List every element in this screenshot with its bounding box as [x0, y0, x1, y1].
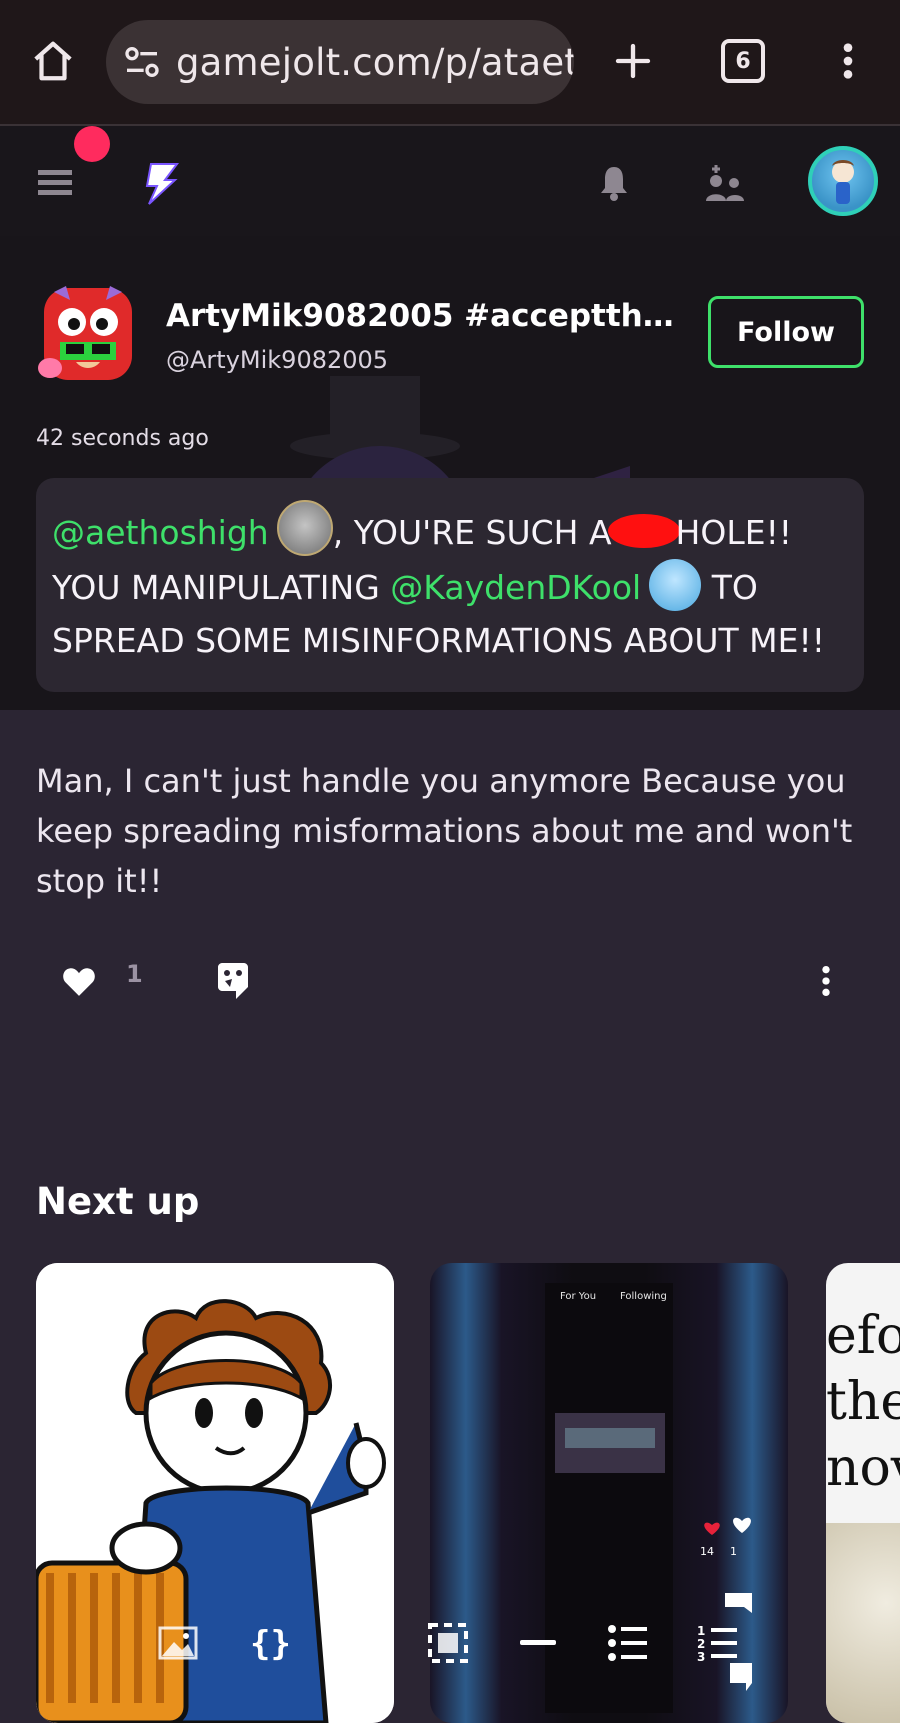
- home-icon[interactable]: [22, 30, 84, 92]
- post-lead: @aethoshigh, YOU'RE SUCH A HOLE!! YOU MAN…: [36, 478, 864, 692]
- svg-text:“: “: [340, 1623, 371, 1663]
- friend-requests-icon[interactable]: [700, 158, 750, 208]
- post-timestamp: 42 seconds ago: [36, 426, 209, 451]
- mention-avatar: [649, 559, 702, 611]
- address-bar[interactable]: gamejolt.com/p/ataeth: [106, 20, 574, 104]
- svg-text:1: 1: [697, 1624, 705, 1638]
- like-count: 1: [126, 960, 143, 988]
- code-block-icon[interactable]: {}: [240, 1610, 296, 1676]
- post-more-options-icon[interactable]: [808, 956, 844, 1006]
- notification-dot: [74, 126, 110, 162]
- gamejolt-logo-icon[interactable]: [136, 158, 186, 210]
- notifications-bell-icon[interactable]: [592, 158, 636, 208]
- tab-count: 6: [721, 39, 765, 83]
- numbered-list-icon[interactable]: 123: [690, 1610, 746, 1676]
- next-up-card[interactable]: efor the novi: [826, 1263, 900, 1723]
- comment-icon[interactable]: [208, 956, 258, 1006]
- card2-small-count: 1: [730, 1545, 737, 1558]
- horizontal-rule-icon[interactable]: [510, 1610, 566, 1676]
- quote-icon[interactable]: “: [330, 1610, 386, 1676]
- author-handle[interactable]: @ArtyMik9082005: [166, 346, 388, 374]
- browser-toolbar: gamejolt.com/p/ataeth 6: [0, 0, 900, 126]
- mention-kaydendkool[interactable]: @KaydenDKool: [390, 568, 641, 607]
- follow-button[interactable]: Follow: [708, 296, 864, 368]
- next-up-heading: Next up: [36, 1180, 200, 1223]
- mention-aethoshigh[interactable]: @aethoshigh: [52, 513, 269, 552]
- site-nav: [0, 126, 900, 236]
- card2-like-count: 14: [700, 1545, 714, 1558]
- card3-text: efor the novi: [826, 1306, 900, 1498]
- svg-text:3: 3: [697, 1650, 705, 1663]
- bullet-list-icon[interactable]: [600, 1610, 656, 1676]
- card3-food-image: [826, 1523, 900, 1723]
- author-display-name[interactable]: ArtyMik9082005 #accepttheblo...: [166, 298, 686, 334]
- like-heart-icon[interactable]: [54, 956, 104, 1006]
- url-text: gamejolt.com/p/ataeth: [176, 40, 574, 84]
- card2-following-label: Following: [620, 1291, 667, 1302]
- hamburger-menu-icon[interactable]: [30, 158, 80, 208]
- lead-text-1: , YOU'RE SUCH A: [332, 513, 612, 552]
- editor-toolbar: {} “ 123: [140, 1610, 780, 1680]
- user-avatar[interactable]: [808, 146, 878, 216]
- post-header: ArtyMik9082005 #accepttheblo... @ArtyMik…: [0, 236, 900, 710]
- svg-text:{}: {}: [250, 1624, 288, 1663]
- browser-menu-icon[interactable]: [820, 30, 876, 92]
- image-icon[interactable]: [150, 1610, 206, 1676]
- svg-text:2: 2: [697, 1637, 705, 1651]
- author-avatar[interactable]: [36, 282, 140, 386]
- post-body-text: Man, I can't just handle you anymore Bec…: [36, 762, 853, 900]
- new-tab-icon[interactable]: [602, 30, 664, 92]
- spoiler-icon[interactable]: [420, 1610, 476, 1676]
- redaction-scribble: [607, 514, 680, 548]
- tab-switcher-button[interactable]: 6: [712, 30, 774, 92]
- site-settings-icon[interactable]: [122, 42, 162, 82]
- card2-for-you-label: For You: [560, 1291, 596, 1302]
- mention-avatar: [276, 500, 333, 556]
- post-actions: 1: [0, 950, 900, 1010]
